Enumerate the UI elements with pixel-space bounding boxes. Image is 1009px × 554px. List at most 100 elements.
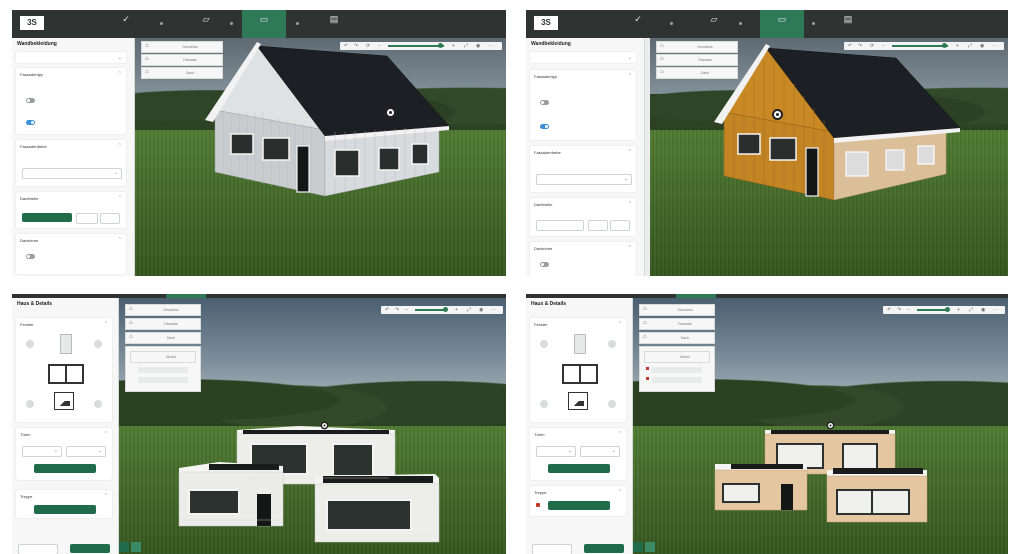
more-icon[interactable]: ⋯ [992, 43, 997, 49]
secondary-button[interactable] [76, 213, 98, 224]
module-row[interactable] [138, 367, 188, 373]
camera-icon[interactable]: ◉ [476, 43, 480, 49]
zoom-out-icon[interactable]: − [378, 43, 381, 49]
add-door-button[interactable] [548, 464, 610, 473]
camera-marker-icon[interactable] [826, 421, 835, 430]
variant-select-card[interactable]: ⌄ [16, 52, 126, 63]
double-window-icon[interactable] [562, 364, 598, 384]
view-tile[interactable]: ⌂ Fassade [141, 54, 223, 66]
view-mode-icon[interactable] [119, 542, 129, 552]
image-icon[interactable] [54, 392, 74, 410]
option-radio[interactable] [26, 340, 34, 348]
zoom-slider-knob[interactable] [945, 307, 950, 312]
undo-icon[interactable]: ↶ [887, 307, 891, 313]
add-stairs-button[interactable] [34, 505, 96, 514]
view-mode-icon[interactable] [633, 542, 643, 552]
zoom-in-icon[interactable]: + [452, 43, 455, 49]
view-tile[interactable]: ⌂ Dach [639, 332, 715, 344]
more-icon[interactable]: ⋯ [491, 307, 496, 313]
option-radio[interactable] [540, 340, 548, 348]
next-button[interactable] [70, 544, 110, 553]
option-toggle-on[interactable] [540, 124, 549, 129]
camera-marker-icon[interactable] [385, 107, 396, 118]
view-tile[interactable]: ⌂ Grundriss [656, 41, 738, 53]
view-tile[interactable]: ⌂ Grundriss [141, 41, 223, 53]
rotate-icon[interactable]: ⟳ [366, 43, 370, 49]
chevron-up-icon[interactable]: ⌃ [618, 489, 622, 495]
module-row[interactable] [138, 377, 188, 383]
double-window-icon[interactable] [48, 364, 84, 384]
chevron-up-icon[interactable]: ⌃ [628, 245, 632, 251]
3d-viewport[interactable]: ↶ ↷ ⟳ − + ⤢ ◉ ⋯ ⌂ Grundriss ⌂ Fassade ⌂ Dac… [650, 38, 1008, 276]
nav-step-3-active[interactable]: ▭ [242, 10, 286, 38]
option-radio[interactable] [26, 400, 34, 408]
nav-step-1[interactable]: ✓ [104, 10, 148, 38]
back-button[interactable] [532, 544, 572, 554]
nav-step-3-active[interactable]: ▭ [760, 10, 804, 38]
width-select[interactable]: ⌄ [536, 446, 576, 457]
chevron-up-icon[interactable]: ⌃ [104, 431, 108, 437]
nav-step-2[interactable]: ▱ [692, 10, 736, 38]
view-tile[interactable]: ⌂ Grundriss [125, 304, 201, 316]
zoom-slider-knob[interactable] [438, 43, 443, 48]
module-row[interactable] [652, 377, 702, 383]
view-tile[interactable]: ⌂ Dach [141, 67, 223, 79]
chevron-up-icon[interactable]: ⌃ [104, 493, 108, 499]
nav-step-2[interactable]: ▱ [184, 10, 228, 38]
info-button[interactable] [610, 220, 630, 231]
height-select[interactable]: ⌄ [66, 446, 106, 457]
view-tile[interactable]: ⌂ Fassade [656, 54, 738, 66]
camera-icon[interactable]: ◉ [981, 307, 985, 313]
undo-icon[interactable]: ↶ [848, 43, 852, 49]
fullscreen-icon[interactable]: ⤢ [464, 43, 468, 49]
option-radio[interactable] [608, 340, 616, 348]
zoom-out-icon[interactable]: − [882, 43, 885, 49]
redo-icon[interactable]: ↷ [395, 307, 399, 313]
rotate-icon[interactable]: ⟳ [870, 43, 874, 49]
delete-icon[interactable] [646, 377, 649, 380]
color-select[interactable]: ⌄ [22, 168, 122, 179]
nav-step-4[interactable]: ▤ [312, 10, 356, 38]
nav-step-4[interactable]: ▤ [826, 10, 870, 38]
apply-button[interactable] [22, 213, 72, 222]
option-toggle-off[interactable] [26, 98, 35, 103]
info-button[interactable] [100, 213, 120, 224]
zoom-out-icon[interactable]: − [405, 307, 408, 313]
color-select[interactable]: ⌄ [536, 174, 632, 185]
chevron-up-icon[interactable]: ⌃ [118, 237, 122, 243]
view-tile[interactable]: ⌂ Grundriss [639, 304, 715, 316]
view-mode-icon[interactable] [131, 542, 141, 552]
3d-viewport[interactable]: ↶ ↷ ⟳ − + ⤢ ◉ ⋯ ⌂ Grundriss ⌂ Fassade ⌂ Dac… [135, 38, 506, 276]
chevron-up-icon[interactable]: ⌃ [104, 321, 108, 327]
camera-marker-icon[interactable] [320, 421, 329, 430]
chevron-up-icon[interactable]: ⌃ [118, 71, 122, 77]
delete-icon[interactable] [646, 367, 649, 370]
delete-icon[interactable] [536, 503, 540, 507]
fullscreen-icon[interactable]: ⤢ [467, 307, 471, 313]
redo-icon[interactable]: ↷ [858, 43, 862, 49]
3d-viewport[interactable]: ↶ ↷ − + ⤢ ◉ ⋯ ⌂ Grundriss ⌂ Fassade ⌂ Dach … [633, 298, 1008, 554]
view-tile[interactable]: ⌂ Dach [656, 67, 738, 79]
add-stairs-button[interactable] [548, 501, 610, 510]
variant-select-card[interactable]: ⌄ [530, 52, 636, 63]
option-radio[interactable] [608, 400, 616, 408]
option-radio[interactable] [94, 340, 102, 348]
more-icon[interactable]: ⋯ [993, 307, 998, 313]
module-tile[interactable]: Modul [130, 351, 196, 363]
view-mode-icon[interactable] [645, 542, 655, 552]
single-window-icon[interactable] [60, 334, 72, 354]
chevron-up-icon[interactable]: ⌃ [628, 149, 632, 155]
zoom-slider[interactable] [388, 45, 444, 47]
undo-icon[interactable]: ↶ [385, 307, 389, 313]
redo-icon[interactable]: ↷ [354, 43, 358, 49]
chevron-up-icon[interactable]: ⌃ [628, 201, 632, 207]
image-icon[interactable] [568, 392, 588, 410]
zoom-out-icon[interactable]: − [907, 307, 910, 313]
chevron-up-icon[interactable]: ⌃ [628, 73, 632, 79]
redo-icon[interactable]: ↷ [897, 307, 901, 313]
nav-step-1[interactable]: ✓ [616, 10, 660, 38]
option-toggle-on[interactable] [26, 120, 35, 125]
module-tile[interactable]: Modul [644, 351, 710, 363]
camera-icon[interactable]: ◉ [479, 307, 483, 313]
zoom-in-icon[interactable]: + [957, 307, 960, 313]
